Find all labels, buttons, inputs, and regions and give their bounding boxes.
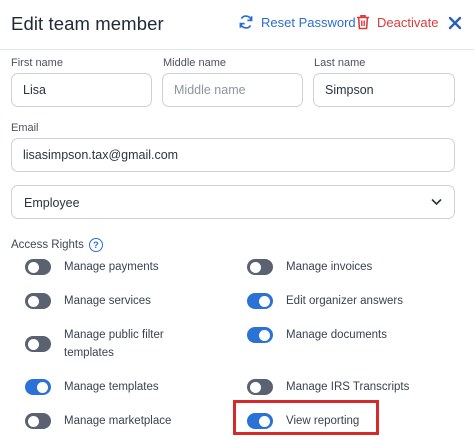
permission-manage-documents: Manage documents — [247, 327, 387, 344]
last-name-field[interactable] — [313, 73, 455, 107]
role-selected-value: Employee — [24, 196, 80, 210]
access-rights-heading: Access Rights ? — [11, 238, 103, 252]
dialog-title: Edit team member — [11, 13, 164, 34]
toggle-switch[interactable] — [25, 293, 51, 309]
close-icon[interactable] — [446, 14, 464, 32]
toggle-switch[interactable] — [25, 413, 51, 429]
first-name-input[interactable] — [12, 74, 151, 106]
first-name-label: First name — [11, 57, 63, 69]
toggle-knob — [259, 329, 270, 341]
deactivate-label: Deactivate — [377, 14, 439, 30]
toggle-switch[interactable] — [25, 379, 51, 395]
chevron-down-icon — [431, 198, 442, 206]
highlight-box — [233, 400, 379, 435]
access-rights-title: Access Rights — [11, 239, 84, 251]
permission-manage-invoices: Manage invoices — [247, 259, 372, 276]
permission-manage-services: Manage services — [25, 293, 151, 310]
permission-label: Manage invoices — [286, 261, 373, 273]
toggle-knob — [259, 295, 270, 307]
email-field[interactable] — [11, 138, 455, 172]
permission-label: Manage public filter templates — [64, 329, 164, 359]
permission-label: Manage services — [64, 295, 151, 307]
toggle-switch[interactable] — [247, 293, 273, 309]
reset-password-button[interactable]: Reset Password — [238, 14, 356, 30]
toggle-switch[interactable] — [247, 379, 273, 395]
toggle-switch[interactable] — [25, 336, 51, 352]
toggle-switch[interactable] — [247, 259, 273, 275]
toggle-knob — [37, 381, 48, 393]
toggle-knob — [250, 381, 261, 393]
middle-name-input[interactable] — [163, 74, 302, 106]
toggle-switch[interactable] — [247, 327, 273, 343]
permission-label: Manage IRS Transcripts — [286, 381, 410, 393]
trash-icon — [357, 15, 369, 30]
help-icon[interactable]: ? — [88, 238, 103, 252]
permission-edit-organizer-answers: Edit organizer answers — [247, 293, 403, 310]
reset-password-label: Reset Password — [261, 14, 356, 30]
permission-manage-templates: Manage templates — [25, 379, 159, 396]
toggle-knob — [28, 338, 39, 350]
permission-label: Manage templates — [64, 381, 159, 393]
permission-manage-payments: Manage payments — [25, 259, 159, 276]
last-name-label: Last name — [314, 57, 366, 69]
permission-manage-irs-transcripts: Manage IRS Transcripts — [247, 379, 409, 396]
toggle-knob — [250, 261, 261, 273]
last-name-input[interactable] — [314, 74, 454, 106]
refresh-icon — [239, 15, 253, 29]
email-label: Email — [11, 122, 39, 134]
first-name-field[interactable] — [11, 73, 152, 107]
toggle-knob — [28, 261, 39, 273]
permission-manage-public-filter-templates: Manage public filter templates — [25, 327, 174, 362]
deactivate-button[interactable]: Deactivate — [356, 14, 438, 30]
middle-name-field[interactable] — [162, 73, 303, 107]
permission-label: Manage documents — [286, 329, 388, 341]
toggle-knob — [28, 415, 39, 427]
role-select[interactable]: Employee — [11, 185, 455, 219]
toggle-switch[interactable] — [25, 259, 51, 275]
permission-manage-marketplace: Manage marketplace — [25, 413, 171, 430]
middle-name-label: Middle name — [163, 57, 226, 69]
dialog-header: Edit team member Reset Password Deactiva… — [0, 0, 474, 50]
permission-label: Manage payments — [64, 261, 159, 273]
permission-label: Manage marketplace — [64, 415, 172, 427]
email-input[interactable] — [12, 139, 454, 171]
permission-label: Edit organizer answers — [286, 295, 403, 307]
toggle-knob — [28, 295, 39, 307]
